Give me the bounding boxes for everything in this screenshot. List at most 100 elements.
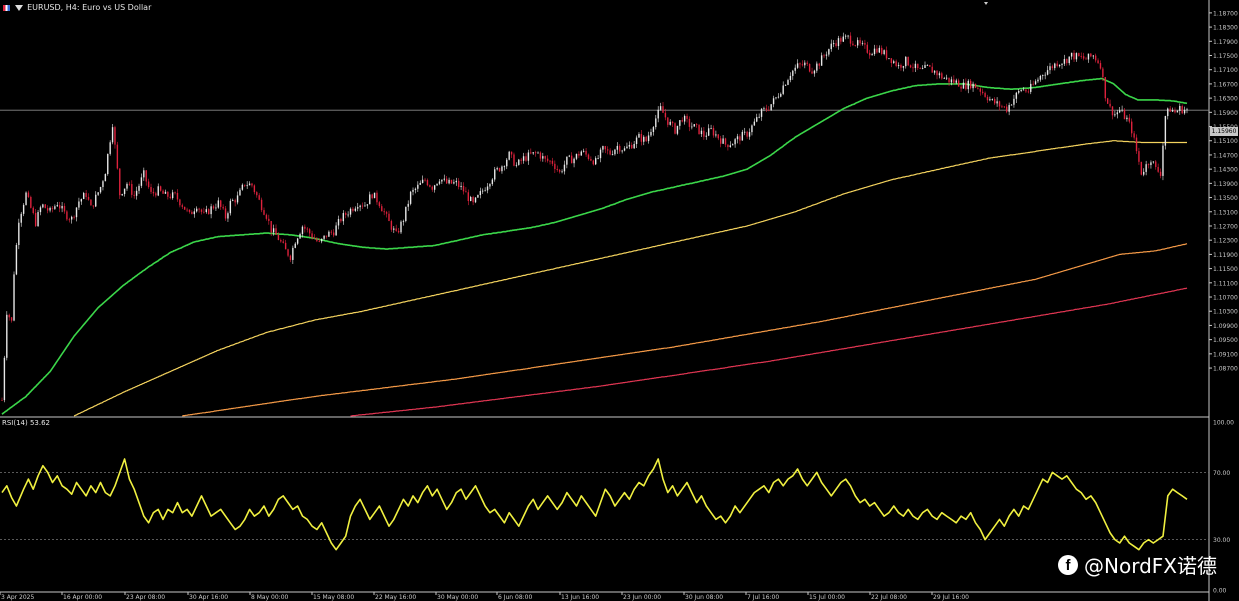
candle-body xyxy=(549,160,551,162)
moving-averages xyxy=(1,77,1188,417)
candle-body xyxy=(491,179,494,185)
candle-body xyxy=(530,152,532,154)
candle-body xyxy=(328,231,330,237)
candle-body xyxy=(6,314,8,358)
candle-body xyxy=(907,56,909,66)
candle-body xyxy=(607,149,609,151)
candle-body xyxy=(1020,89,1022,91)
candle-body xyxy=(489,184,491,187)
candle-body xyxy=(585,150,587,155)
candle-body xyxy=(703,130,705,137)
candle-body xyxy=(78,201,80,208)
candle-body xyxy=(1174,110,1176,113)
candle-body xyxy=(8,314,10,318)
candle-body xyxy=(68,219,71,221)
candle-body xyxy=(671,121,674,124)
candle-body xyxy=(1121,109,1123,111)
candle-body xyxy=(119,168,121,196)
candle-body xyxy=(695,124,698,125)
candle-body xyxy=(287,249,289,256)
candle-body xyxy=(518,159,520,165)
candle-body xyxy=(176,192,179,200)
candle-body xyxy=(268,218,270,221)
candle-body xyxy=(832,43,835,45)
candle-body xyxy=(128,183,131,185)
symbol-menu-icon[interactable] xyxy=(14,4,23,11)
candle-body xyxy=(592,160,594,165)
candle-body xyxy=(804,62,806,66)
candle-body xyxy=(121,194,123,196)
candle-body xyxy=(409,191,412,204)
candle-body xyxy=(1138,151,1140,162)
candle-body xyxy=(611,154,614,156)
candle-body xyxy=(381,206,383,212)
candle-body xyxy=(1068,56,1070,64)
candle-body xyxy=(662,106,664,113)
candle-body xyxy=(890,58,893,63)
candle-body xyxy=(99,187,102,193)
candle-body xyxy=(80,199,83,202)
candle-body xyxy=(522,156,525,161)
candle-body xyxy=(953,79,955,83)
candle-body xyxy=(123,188,126,195)
candle-body xyxy=(633,143,635,149)
candle-body xyxy=(395,228,397,231)
candle-body xyxy=(330,231,333,233)
candle-body xyxy=(248,183,251,186)
x-tick-label: 30 Apr 16:00 xyxy=(189,594,228,601)
x-tick-label: 3 Apr 2025 xyxy=(1,594,34,601)
candle-body xyxy=(1111,106,1114,116)
candle-body xyxy=(188,209,191,212)
candle-body xyxy=(977,87,979,89)
candle-body xyxy=(1,400,3,401)
candle-body xyxy=(902,66,905,68)
candle-body xyxy=(532,152,534,154)
candle-body xyxy=(914,63,917,69)
candle-body xyxy=(1039,75,1042,80)
candle-body xyxy=(304,226,306,229)
chart-title-bar: EURUSD, H4: Euro vs US Dollar xyxy=(3,3,151,12)
candle-body xyxy=(424,179,426,181)
candle-body xyxy=(474,197,477,203)
candle-body xyxy=(647,135,650,142)
candle-body xyxy=(732,144,734,146)
candle-body xyxy=(981,91,984,93)
candle-body xyxy=(426,180,429,186)
candle-body xyxy=(282,241,284,243)
candle-body xyxy=(765,108,768,110)
y-tick-label: 1.08700 xyxy=(1213,366,1238,373)
candle-body xyxy=(1094,55,1097,61)
candle-body xyxy=(1097,60,1099,64)
candle-body xyxy=(311,233,313,238)
candle-body xyxy=(373,192,376,199)
candle-body xyxy=(837,38,840,47)
candle-body xyxy=(705,135,707,137)
candle-body xyxy=(414,188,417,190)
candle-body xyxy=(1181,105,1183,114)
chart-shift-marker xyxy=(984,2,988,5)
candle-body xyxy=(87,196,90,200)
candle-body xyxy=(595,158,597,165)
candle-body xyxy=(664,112,667,118)
x-tick-label: 30 May 00:00 xyxy=(437,594,478,601)
candle-body xyxy=(397,230,400,233)
candle-body xyxy=(840,38,842,42)
candle-body xyxy=(224,208,227,219)
candle-body xyxy=(1054,63,1056,69)
candle-body xyxy=(3,357,6,401)
candle-body xyxy=(604,146,607,150)
candle-body xyxy=(539,152,542,159)
candle-body xyxy=(955,80,957,83)
candle-body xyxy=(272,228,275,233)
candle-body xyxy=(179,199,181,206)
candle-body xyxy=(715,134,717,136)
candle-body xyxy=(212,206,215,209)
candle-body xyxy=(217,200,220,208)
candle-body xyxy=(900,64,902,68)
candle-body xyxy=(558,169,561,172)
candle-body xyxy=(616,145,619,150)
candle-body xyxy=(337,219,340,226)
candle-body xyxy=(917,63,919,69)
watermark-text: @NordFX诺德 xyxy=(1084,554,1217,578)
candle-body xyxy=(433,185,436,190)
